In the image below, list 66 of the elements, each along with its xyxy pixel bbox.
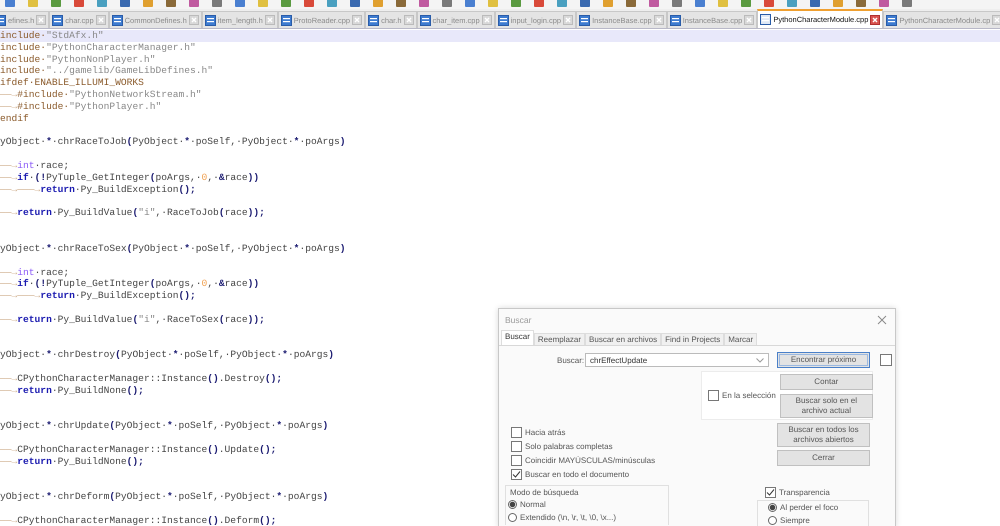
code-line: include·"PythonNonPlayer.h" [0, 54, 156, 66]
dialog-tab[interactable]: Reemplazar [534, 333, 586, 345]
find-in-current-file-button[interactable]: Buscar solo en el archivo actual [780, 394, 873, 418]
code-line: ——→return·Py_BuildNone(); [0, 456, 144, 468]
dialog-tab[interactable]: Find in Projects [661, 333, 724, 345]
code-line: yObject·*·chrDestroy(PyObject·*·poSelf,·PyObject·*·poArgs) [0, 349, 334, 362]
radio-button[interactable]: Al perder el foco [768, 501, 868, 514]
code-line: ——→———→return·Py_BuildException(); [0, 290, 196, 302]
file-icon [368, 14, 380, 26]
code-line: yObject·*·chrRaceToJob(PyObject·*·poSelf,·PyObject·*·poArgs) [0, 136, 346, 148]
file-icon [760, 14, 772, 25]
code-line: yObject·*·chrRaceToSex(PyObject·*·poSelf,·PyObject·*·poArgs) [0, 242, 346, 255]
dialog-tab[interactable]: Buscar [501, 330, 534, 345]
radio-button[interactable]: Normal [508, 498, 668, 511]
code-line: ——→———→return·Py_BuildException(); [0, 184, 196, 196]
search-field[interactable]: chrEffectUpdate [585, 353, 769, 367]
checkbox[interactable] [880, 354, 892, 366]
dialog-title: Buscar [505, 315, 532, 325]
find-next-button[interactable]: Encontrar próximo [777, 352, 870, 368]
check-icon [766, 488, 775, 496]
count-button[interactable]: Contar [780, 374, 873, 390]
code-line: ——→if·(!PyTuple_GetInteger(poArgs,·0,·&race)) [0, 278, 260, 290]
code-line: ——→return·Py_BuildNone(); [0, 384, 144, 397]
group-title: Modo de búsqueda [510, 488, 580, 497]
close-icon[interactable] [870, 14, 880, 24]
option-checkbox[interactable]: Buscar en todo el documento [511, 467, 777, 481]
code-line: ——→CPythonCharacterManager::Instance().Destroy(); [0, 373, 282, 385]
code-line: include·"PythonCharacterManager.h" [0, 42, 196, 54]
radio-button[interactable]: Siempre [768, 514, 868, 526]
dialog-tab[interactable]: Buscar en archivos [585, 333, 662, 345]
file-icon [204, 14, 216, 26]
code-line: ——→return·Py_BuildValue("i",·RaceToJob(race)); [0, 207, 265, 220]
in-selection-checkbox[interactable]: En la selección [708, 388, 776, 402]
code-line: ——→int·race; [0, 160, 70, 172]
close-icon[interactable] [877, 315, 887, 325]
dropdown-icon[interactable] [756, 358, 764, 362]
code-line: endif [0, 112, 29, 125]
find-in-all-files-button[interactable]: Buscar en todos los archivos abiertos [777, 423, 870, 447]
file-icon [420, 14, 431, 26]
file-icon [52, 14, 64, 26]
option-checkbox[interactable]: Solo palabras completas [511, 439, 777, 453]
check-icon [512, 470, 521, 478]
close-button[interactable]: Cerrar [777, 450, 870, 466]
option-checkbox[interactable]: Hacia atrás [511, 425, 777, 439]
code-line: ——→int·race; [0, 266, 70, 278]
option-checkbox[interactable]: Coincidir MAYÚSCULAS/minúsculas [511, 453, 777, 467]
code-line: ——→CPythonCharacterManager::Instance().Deform(); [0, 514, 276, 526]
code-line: ——→#include·"PythonNetworkStream.h" [0, 89, 202, 101]
code-line: ——→return·Py_BuildValue("i",·RaceToSex(race)); [0, 314, 265, 326]
file-icon [498, 14, 509, 26]
file-icon [280, 14, 292, 26]
code-line: ifdef·ENABLE_ILLUMI_WORKS [0, 77, 144, 90]
code-line: yObject·*·chrDeform(PyObject·*·poSelf,·PyObject·*·poArgs) [0, 491, 328, 504]
file-icon [670, 14, 681, 26]
radio-button[interactable]: Extendido (\n, \r, \t, \0, \x...) [508, 511, 668, 524]
file-icon [886, 14, 898, 26]
transparency-checkbox[interactable]: Transparencia [765, 485, 869, 499]
code-line: ——→#include·"PythonPlayer.h" [0, 100, 162, 113]
dialog-tab[interactable]: Marcar [724, 333, 758, 345]
code-line: yObject·*·chrUpdate(PyObject·*·poSelf,·PyObject·*·poArgs) [0, 420, 328, 432]
search-label: Buscar: [557, 356, 581, 364]
code-line: ——→CPythonCharacterManager::Instance().Update(); [0, 444, 276, 456]
file-icon [579, 14, 590, 26]
code-line: ——→if·(!PyTuple_GetInteger(poArgs,·0,·&race)) [0, 172, 260, 184]
file-icon [112, 14, 123, 26]
code-line: include·"../gamelib/GameLibDefines.h" [0, 65, 214, 78]
